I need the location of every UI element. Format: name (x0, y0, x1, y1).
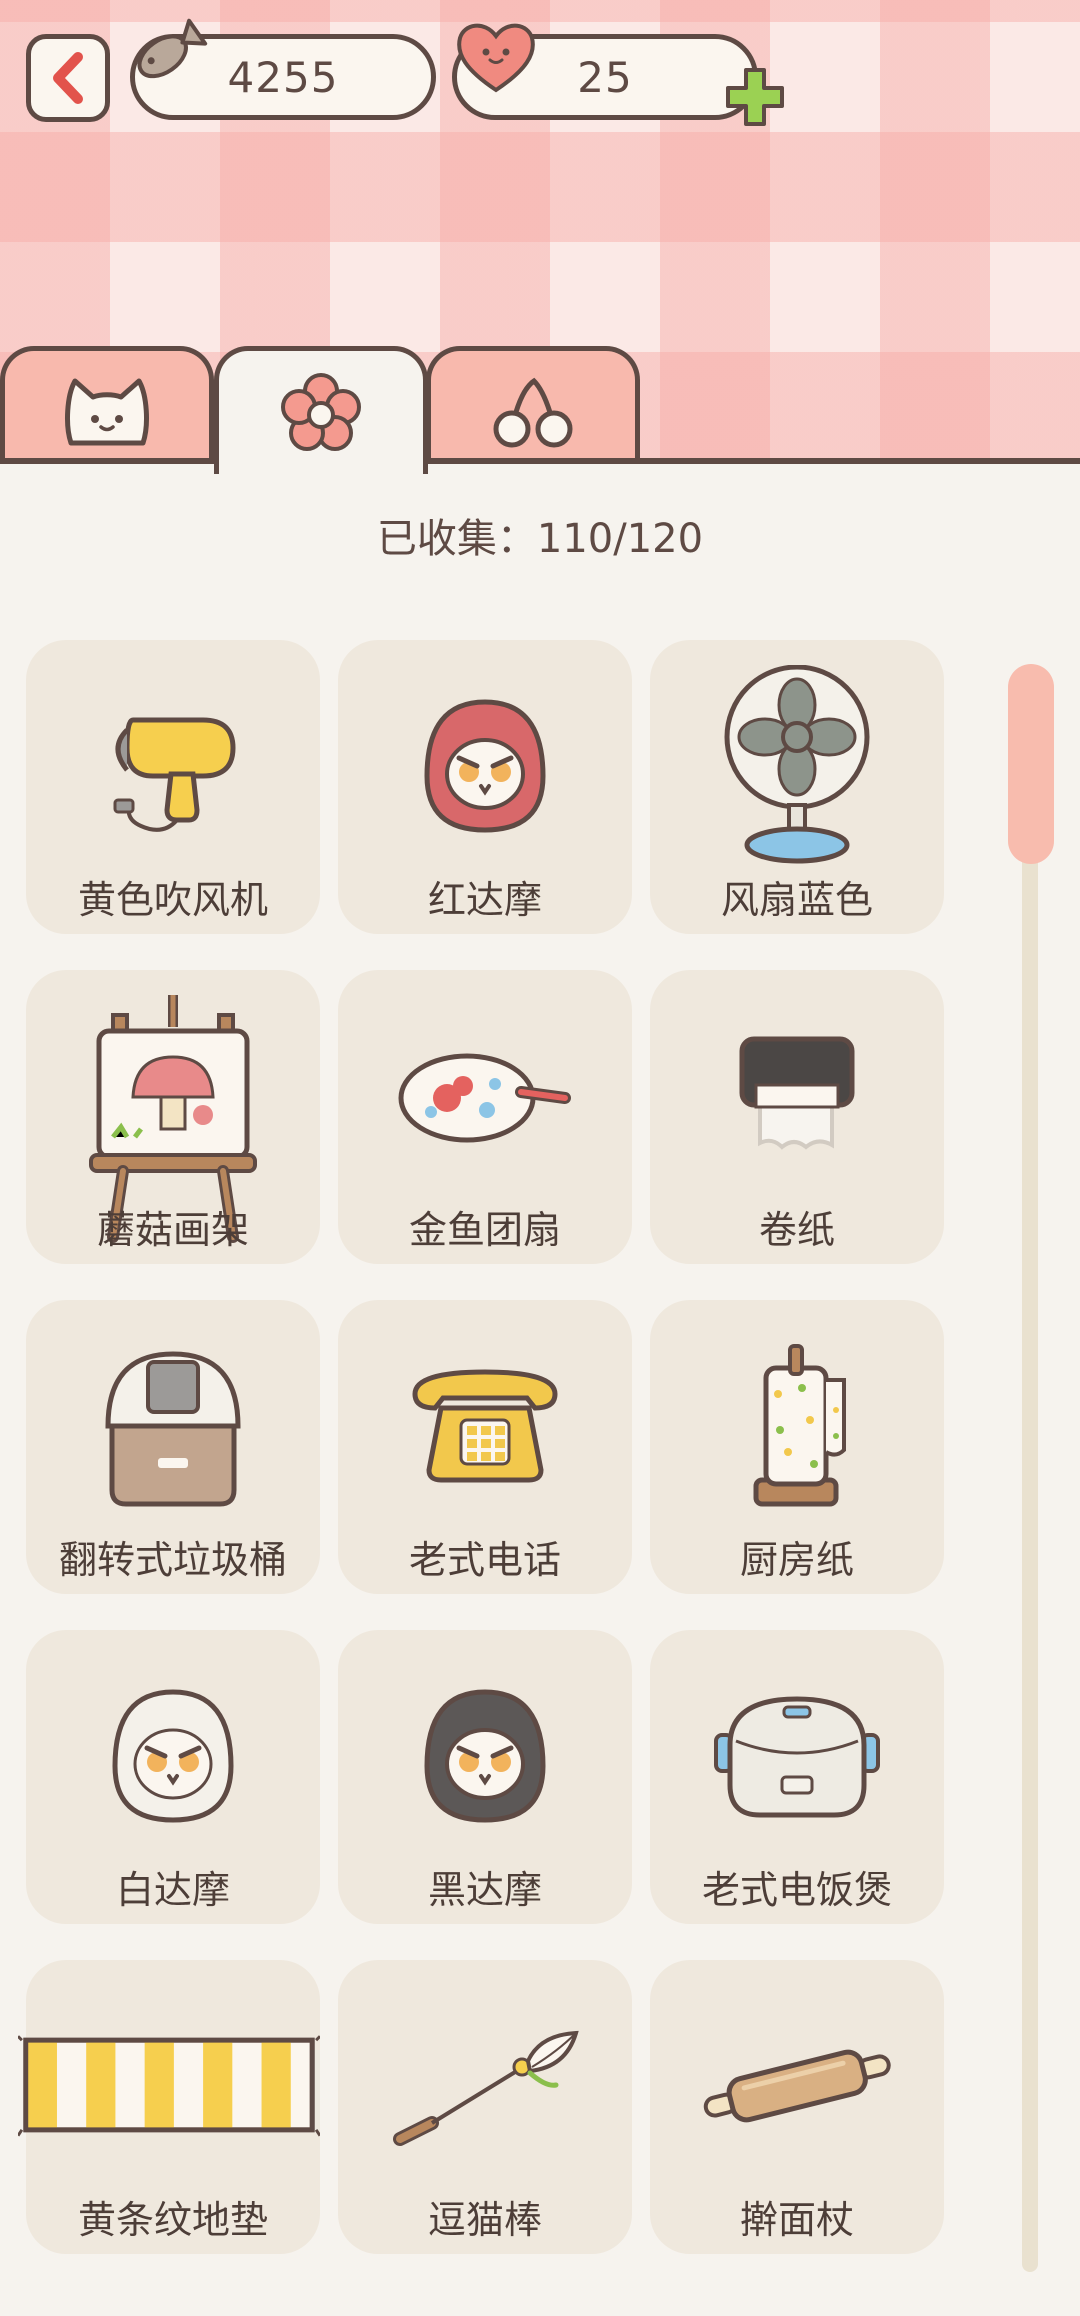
item-card[interactable]: 风扇蓝色 (650, 640, 944, 934)
item-name: 老式电饭煲 (701, 1868, 892, 1912)
striped-mat-icon (18, 2035, 320, 2137)
item-name: 逗猫棒 (427, 2198, 542, 2242)
item-name: 厨房纸 (739, 1538, 854, 1582)
heart-currency-value: 25 (577, 52, 633, 102)
item-card[interactable]: 厨房纸 (650, 1300, 944, 1594)
blue-fan-icon (724, 665, 870, 864)
toilet-paper-icon (739, 1036, 855, 1150)
chevron-left-icon (53, 52, 83, 104)
tab-food[interactable] (426, 346, 640, 470)
item-card[interactable]: 白达摩 (26, 1630, 320, 1924)
rolling-pin-icon (703, 2049, 891, 2123)
scrollbar-track[interactable] (1022, 666, 1038, 2272)
item-card[interactable]: 擀面杖 (650, 1960, 944, 2254)
item-card[interactable]: 老式电话 (338, 1300, 632, 1594)
item-card[interactable]: 老式电饭煲 (650, 1630, 944, 1924)
trash-bin-icon (105, 1351, 241, 1507)
item-name: 金鱼团扇 (408, 1208, 561, 1252)
item-name: 老式电话 (408, 1538, 561, 1582)
cat-teaser-icon (393, 2030, 579, 2146)
back-button[interactable] (26, 34, 110, 122)
fish-currency-value: 4255 (227, 52, 339, 102)
red-daruma-icon (424, 699, 546, 833)
item-card[interactable]: 黄色吹风机 (26, 640, 320, 934)
add-hearts-button[interactable] (722, 64, 788, 130)
tab-cats[interactable] (0, 346, 214, 470)
item-name: 白达摩 (115, 1868, 230, 1912)
cherry-icon (493, 377, 573, 447)
item-name: 风扇蓝色 (720, 878, 873, 922)
scrollbar-thumb[interactable] (1008, 664, 1054, 864)
item-name: 红达摩 (427, 878, 542, 922)
old-phone-icon (412, 1369, 558, 1483)
item-card[interactable]: 逗猫棒 (338, 1960, 632, 2254)
collected-count: 已收集：110/120 (376, 516, 704, 562)
item-card[interactable]: 金鱼团扇 (338, 970, 632, 1264)
tab-items[interactable] (214, 346, 428, 474)
goldfish-fan-icon (398, 1053, 571, 1143)
cat-icon (65, 378, 149, 445)
heart-icon (457, 23, 535, 93)
black-daruma-icon (424, 1689, 546, 1823)
fish-icon (137, 18, 208, 79)
kitchen-paper-icon (753, 1344, 846, 1507)
item-grid: 黄色吹风机 红达摩 风扇蓝色 蘑菇画架 金鱼团扇 卷纸 翻转式垃圾桶 老式电话 … (18, 640, 958, 2254)
rice-cooker-icon (714, 1696, 880, 1818)
item-name: 擀面杖 (739, 2198, 854, 2242)
white-daruma-icon (112, 1689, 234, 1823)
item-name: 卷纸 (758, 1208, 835, 1252)
item-card[interactable]: 翻转式垃圾桶 (26, 1300, 320, 1594)
item-card[interactable]: 卷纸 (650, 970, 944, 1264)
tab-divider (0, 458, 1080, 464)
item-name: 翻转式垃圾桶 (58, 1538, 287, 1582)
item-name: 黄色吹风机 (77, 878, 268, 922)
item-card[interactable]: 蘑菇画架 (26, 970, 320, 1264)
hair-dryer-icon (113, 717, 236, 832)
item-name: 黄条纹地垫 (77, 2198, 268, 2242)
item-name: 蘑菇画架 (96, 1208, 249, 1252)
flower-icon (281, 372, 361, 451)
item-card[interactable]: 黑达摩 (338, 1630, 632, 1924)
item-card[interactable]: 红达摩 (338, 640, 632, 934)
item-name: 黑达摩 (427, 1868, 542, 1912)
item-card[interactable]: 黄条纹地垫 (18, 1960, 320, 2254)
